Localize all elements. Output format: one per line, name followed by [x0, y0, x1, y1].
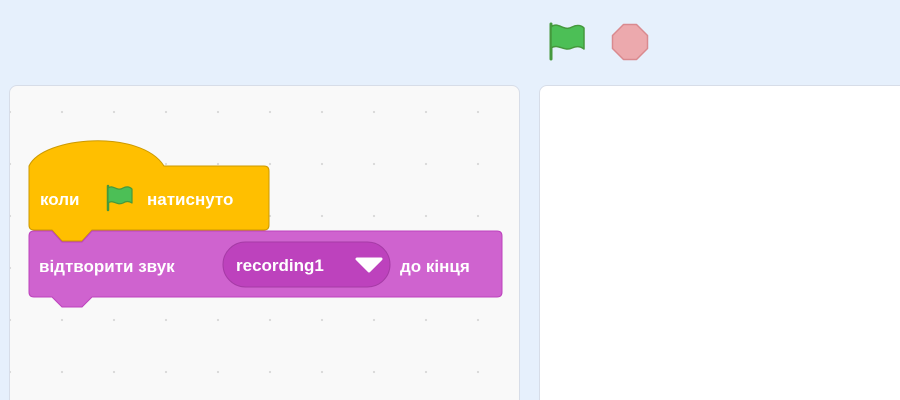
scratch-editor: коли натиснуто відтворити звук recording… [0, 0, 900, 400]
green-flag-button[interactable] [546, 20, 588, 62]
sound-dropdown[interactable]: recording1 [222, 241, 391, 288]
sound-block-label-prefix: відтворити звук [39, 257, 175, 276]
green-flag-icon [549, 22, 585, 61]
stop-button[interactable] [609, 21, 651, 63]
stage[interactable] [539, 85, 900, 400]
code-area[interactable]: коли натиснуто відтворити звук recording… [9, 85, 520, 400]
hat-block-label-prefix: коли [40, 190, 80, 209]
stop-icon [611, 23, 649, 61]
play-sound-until-done-block[interactable]: відтворити звук recording1 до кінця [28, 230, 503, 308]
stage-header [0, 0, 900, 85]
script-blocks: коли натиснуто відтворити звук recording… [28, 140, 503, 308]
when-flag-clicked-block[interactable]: коли натиснуто [28, 140, 270, 242]
sound-block-label-suffix: до кінця [400, 257, 470, 276]
hat-block-label-suffix: натиснуто [147, 190, 233, 209]
sound-dropdown-value: recording1 [236, 256, 324, 275]
